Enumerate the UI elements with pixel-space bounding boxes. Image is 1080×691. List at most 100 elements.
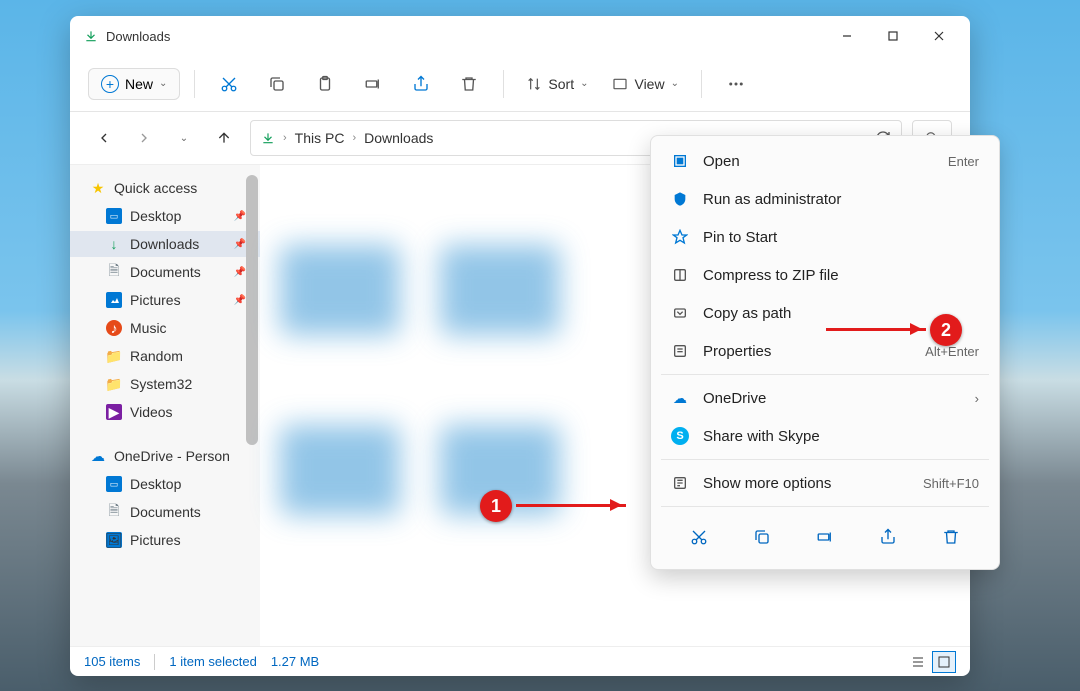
- view-icon: [612, 76, 628, 92]
- context-menu-pin-start[interactable]: Pin to Start: [651, 218, 999, 256]
- chevron-down-icon: ⌄: [159, 78, 167, 89]
- minimize-button[interactable]: [824, 20, 870, 52]
- paste-button[interactable]: [305, 66, 345, 102]
- sidebar-item-od-pictures[interactable]: 🖼Pictures: [70, 527, 260, 553]
- chevron-right-icon: ›: [283, 132, 287, 144]
- sort-icon: [526, 76, 542, 92]
- share-button[interactable]: [872, 521, 904, 553]
- file-thumbnail[interactable]: [440, 245, 560, 335]
- context-menu-onedrive[interactable]: ☁ OneDrive ›: [651, 379, 999, 417]
- status-size: 1.27 MB: [271, 654, 319, 669]
- status-items: 105 items: [84, 654, 140, 669]
- sidebar-label: Random: [130, 348, 183, 364]
- context-menu-label: Pin to Start: [703, 229, 979, 246]
- copy-button[interactable]: [746, 521, 778, 553]
- sidebar-onedrive[interactable]: ☁OneDrive - Person: [70, 443, 260, 469]
- cut-button[interactable]: [683, 521, 715, 553]
- annotation-badge-2: 2: [930, 314, 962, 346]
- context-menu-compress[interactable]: Compress to ZIP file: [651, 256, 999, 294]
- context-menu-label: Show more options: [703, 475, 909, 492]
- sidebar-item-videos[interactable]: ▶Videos: [70, 399, 260, 425]
- context-menu-label: Compress to ZIP file: [703, 267, 979, 284]
- rename-button[interactable]: [809, 521, 841, 553]
- up-button[interactable]: [208, 122, 240, 154]
- copy-path-icon: [671, 304, 689, 322]
- share-button[interactable]: [401, 66, 441, 102]
- sidebar-quick-access[interactable]: ★ Quick access: [70, 175, 260, 201]
- statusbar: 105 items 1 item selected 1.27 MB: [70, 646, 970, 676]
- rename-button[interactable]: [353, 66, 393, 102]
- sidebar-label: Music: [130, 320, 167, 336]
- context-menu-shortcut: Alt+Enter: [925, 344, 979, 359]
- sidebar-item-pictures[interactable]: Pictures📌: [70, 287, 260, 313]
- cut-button[interactable]: [209, 66, 249, 102]
- maximize-button[interactable]: [870, 20, 916, 52]
- sidebar-item-system32[interactable]: 📁 System32: [70, 371, 260, 397]
- context-menu-open[interactable]: Open Enter: [651, 142, 999, 180]
- sidebar-label: Documents: [130, 504, 201, 520]
- thumbnail-view-button[interactable]: [932, 651, 956, 673]
- sidebar-label: Downloads: [130, 236, 199, 252]
- chevron-right-icon: ›: [975, 391, 979, 406]
- sidebar-item-music[interactable]: ♪Music: [70, 315, 260, 341]
- forward-button[interactable]: [128, 122, 160, 154]
- sidebar-item-od-documents[interactable]: 🗎 Documents: [70, 499, 260, 525]
- close-button[interactable]: [916, 20, 962, 52]
- sidebar-item-downloads[interactable]: ↓ Downloads 📌: [70, 231, 260, 257]
- sidebar-item-desktop[interactable]: ▭Desktop📌: [70, 203, 260, 229]
- copy-button[interactable]: [257, 66, 297, 102]
- sidebar-item-random[interactable]: 📁Random: [70, 343, 260, 369]
- delete-button[interactable]: [935, 521, 967, 553]
- new-button-label: New: [125, 76, 153, 92]
- pictures-icon: 🖼: [106, 532, 122, 548]
- scrollbar-thumb[interactable]: [246, 175, 258, 445]
- download-icon: [261, 131, 275, 145]
- pin-icon: 📌: [234, 239, 246, 250]
- pin-icon: 📌: [234, 211, 246, 222]
- view-label: View: [634, 76, 664, 92]
- context-menu-run-admin[interactable]: Run as administrator: [651, 180, 999, 218]
- context-menu-shortcut: Enter: [948, 154, 979, 169]
- new-button[interactable]: + New ⌄: [88, 68, 180, 100]
- toolbar: + New ⌄ Sort ⌄ View ⌄: [70, 56, 970, 112]
- annotation-badge-1: 1: [480, 490, 512, 522]
- sidebar-label: Documents: [130, 264, 201, 280]
- onedrive-icon: ☁: [90, 448, 106, 464]
- sidebar-label: System32: [130, 376, 192, 392]
- annotation-arrow-1: [516, 504, 626, 507]
- open-icon: [671, 152, 689, 170]
- document-icon: 🗎: [106, 504, 122, 520]
- separator: [194, 70, 195, 98]
- file-thumbnail[interactable]: [280, 425, 400, 515]
- star-icon: ★: [90, 180, 106, 196]
- recent-button[interactable]: ⌄: [168, 122, 200, 154]
- context-menu-skype[interactable]: S Share with Skype: [651, 417, 999, 455]
- sidebar-item-od-desktop[interactable]: ▭Desktop: [70, 471, 260, 497]
- zip-icon: [671, 266, 689, 284]
- separator: [503, 70, 504, 98]
- breadcrumb-seg[interactable]: Downloads: [364, 130, 433, 146]
- properties-icon: [671, 342, 689, 360]
- titlebar: Downloads: [70, 16, 970, 56]
- file-thumbnail[interactable]: [280, 245, 400, 335]
- sidebar-label: Quick access: [114, 180, 197, 196]
- delete-button[interactable]: [449, 66, 489, 102]
- back-button[interactable]: [88, 122, 120, 154]
- details-view-button[interactable]: [906, 651, 930, 673]
- context-menu-more-options[interactable]: Show more options Shift+F10: [651, 464, 999, 502]
- context-menu-shortcut: Shift+F10: [923, 476, 979, 491]
- context-menu-label: Share with Skype: [703, 428, 979, 445]
- folder-icon: 📁: [106, 376, 122, 392]
- sort-button[interactable]: Sort ⌄: [518, 70, 596, 98]
- context-menu-separator: [661, 459, 989, 460]
- download-icon: ↓: [106, 236, 122, 252]
- sidebar-label: Desktop: [130, 476, 181, 492]
- more-button[interactable]: [716, 66, 756, 102]
- chevron-right-icon: ›: [352, 132, 356, 144]
- breadcrumb-seg[interactable]: This PC: [295, 130, 345, 146]
- status-selected: 1 item selected: [169, 654, 256, 669]
- sidebar-item-documents[interactable]: 🗎Documents📌: [70, 259, 260, 285]
- view-button[interactable]: View ⌄: [604, 70, 686, 98]
- sidebar-label: Pictures: [130, 292, 181, 308]
- plus-icon: +: [101, 75, 119, 93]
